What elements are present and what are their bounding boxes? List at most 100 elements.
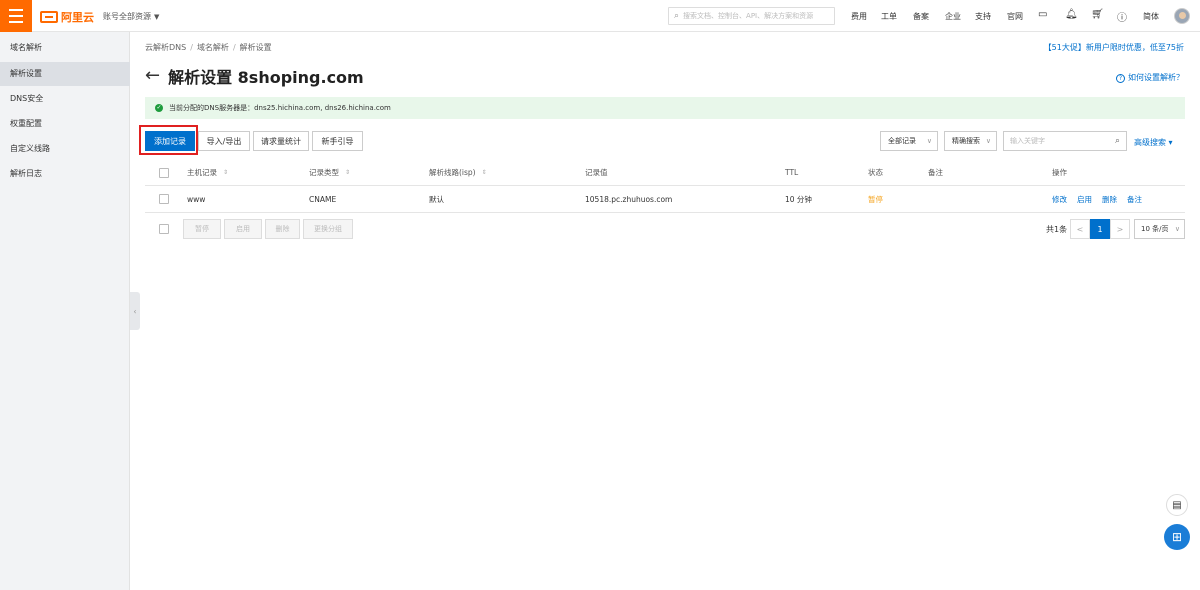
remark-link[interactable]: 备注: [1127, 194, 1142, 205]
column-line[interactable]: 解析线路(isp) ⇕: [429, 160, 487, 185]
nav-filing[interactable]: 备案: [913, 11, 929, 22]
chevron-down-icon: ∨: [926, 137, 932, 145]
nav-official-site[interactable]: 官网: [1007, 11, 1023, 22]
help-link[interactable]: ? 如何设置解析？: [1116, 72, 1184, 83]
back-arrow-icon[interactable]: ←: [145, 66, 160, 86]
enable-link[interactable]: 启用: [1077, 194, 1092, 205]
column-type[interactable]: 记录类型 ⇕: [309, 160, 350, 185]
sort-icon[interactable]: ⇕: [223, 169, 228, 176]
sidebar-item-label: 解析日志: [10, 169, 42, 178]
breadcrumb-domain-resolution[interactable]: 域名解析: [197, 43, 229, 52]
menu-button[interactable]: [0, 0, 32, 32]
column-status: 状态: [868, 168, 883, 177]
delete-link[interactable]: 删除: [1102, 194, 1117, 205]
beginner-guide-button[interactable]: 新手引导: [312, 131, 363, 151]
search-icon: ⌕: [674, 11, 680, 21]
sort-icon[interactable]: ⇕: [345, 169, 350, 176]
breadcrumb: 云解析DNS / 域名解析 / 解析设置: [145, 42, 272, 53]
column-actions: 操作: [1052, 168, 1067, 177]
bulk-select-checkbox[interactable]: [159, 217, 169, 241]
sort-icon[interactable]: ⇕: [482, 169, 487, 176]
promo-link[interactable]: 【51大促】新用户限时优惠，低至75折: [1044, 42, 1184, 53]
hamburger-icon: [9, 7, 23, 25]
keyword-search-input[interactable]: 输入关键字 ⌕: [1003, 131, 1127, 151]
sidebar-item-label: DNS安全: [10, 94, 44, 103]
sidebar-item-label: 解析设置: [10, 69, 42, 78]
nav-enterprise[interactable]: 企业: [945, 11, 961, 22]
sidebar-item-label: 自定义线路: [10, 144, 50, 153]
advanced-search-label: 高级搜索: [1134, 138, 1166, 147]
help-icon[interactable]: ⓘ: [1117, 9, 1127, 24]
global-search-input[interactable]: ⌕ 搜索文档、控制台、API、解决方案和资源: [668, 7, 835, 25]
avatar[interactable]: [1174, 8, 1190, 24]
cell-ttl: 10 分钟: [785, 194, 812, 204]
column-value: 记录值: [585, 168, 608, 177]
advanced-search-link[interactable]: 高级搜索 ▾: [1134, 137, 1173, 148]
sidebar: 域名解析 解析设置 DNS安全 权重配置 自定义线路 解析日志: [0, 32, 130, 590]
aliyun-logo-icon: [40, 11, 58, 23]
search-icon[interactable]: ⌕: [1115, 136, 1120, 146]
prev-page-button[interactable]: <: [1070, 219, 1090, 239]
bulk-change-group-button[interactable]: 更换分组: [303, 219, 353, 239]
column-label: 主机记录: [187, 168, 217, 177]
cell-line: 默认: [429, 194, 444, 204]
column-host[interactable]: 主机记录 ⇕: [187, 160, 228, 185]
top-bar: 阿里云 账号全部资源 ▼ ⌕ 搜索文档、控制台、API、解决方案和资源 费用 工单…: [0, 0, 1200, 32]
breadcrumb-separator: /: [232, 43, 236, 52]
page-size-select[interactable]: 10 条/页 ∨: [1134, 219, 1185, 239]
breadcrumb-current: 解析设置: [239, 43, 272, 52]
bulk-enable-button[interactable]: 启用: [224, 219, 262, 239]
column-remark: 备注: [928, 168, 943, 177]
chat-button[interactable]: ▤: [1166, 494, 1188, 516]
page-1-button[interactable]: 1: [1090, 219, 1110, 239]
brand-logo[interactable]: 阿里云: [40, 9, 94, 25]
page-header: ← 解析设置 8shoping.com: [145, 64, 364, 88]
record-filter-select[interactable]: 全部记录 ∨: [880, 131, 938, 151]
row-actions: 修改 启用 删除 备注: [1052, 186, 1152, 212]
bell-icon[interactable]: 🔔︎: [1065, 9, 1078, 20]
row-checkbox[interactable]: [159, 186, 169, 212]
page-title: 解析设置 8shoping.com: [168, 68, 364, 87]
sidebar-item-custom-lines[interactable]: 自定义线路: [0, 137, 130, 161]
sidebar-item-weight-config[interactable]: 权重配置: [0, 112, 130, 136]
sidebar-collapse-handle[interactable]: ‹: [130, 292, 140, 330]
select-all-checkbox[interactable]: [159, 160, 169, 185]
column-label: 记录类型: [309, 168, 339, 177]
import-export-button[interactable]: 导入/导出: [198, 131, 250, 151]
next-page-button[interactable]: >: [1110, 219, 1130, 239]
chevron-down-icon: ∨: [985, 137, 991, 145]
cell-host: www: [187, 194, 206, 204]
sidebar-item-dns-security[interactable]: DNS安全: [0, 87, 130, 111]
terminal-icon[interactable]: ▭: [1038, 9, 1047, 20]
nav-tickets[interactable]: 工单: [881, 11, 897, 22]
request-stats-button[interactable]: 请求量统计: [253, 131, 309, 151]
help-link-label: 如何设置解析？: [1128, 73, 1184, 82]
breadcrumb-cloud-dns[interactable]: 云解析DNS: [145, 43, 186, 52]
chat-icon: ▤: [1172, 499, 1182, 511]
add-record-button[interactable]: 添加记录: [145, 131, 195, 151]
nav-support[interactable]: 支持: [975, 11, 991, 22]
table-row: www CNAME 默认 10518.pc.zhuhuos.com 10 分钟 …: [145, 186, 1185, 213]
sidebar-item-resolution-settings[interactable]: 解析设置: [0, 62, 130, 86]
edit-link[interactable]: 修改: [1052, 194, 1067, 205]
question-icon: ?: [1116, 74, 1125, 83]
apps-button[interactable]: ⊞: [1164, 524, 1190, 550]
sidebar-item-resolution-log[interactable]: 解析日志: [0, 162, 130, 186]
account-scope-label: 账号全部资源: [103, 12, 151, 21]
search-mode-select[interactable]: 精确搜索 ∨: [944, 131, 997, 151]
bulk-delete-button[interactable]: 删除: [265, 219, 300, 239]
account-scope-dropdown[interactable]: 账号全部资源 ▼: [103, 11, 159, 22]
sidebar-item-label: 权重配置: [10, 119, 42, 128]
language-switch[interactable]: 简体: [1143, 11, 1159, 22]
caret-down-icon: ▾: [1168, 138, 1173, 147]
breadcrumb-separator: /: [190, 43, 193, 52]
sidebar-title[interactable]: 域名解析: [10, 42, 42, 53]
dns-server-notice: ✓ 当前分配的DNS服务器是：dns25.hichina.com, dns26.…: [145, 97, 1185, 119]
bulk-pause-button[interactable]: 暂停: [183, 219, 221, 239]
cart-icon[interactable]: 🛒︎: [1091, 9, 1104, 20]
cell-type: CNAME: [309, 194, 337, 204]
status-badge: 暂停: [868, 194, 883, 204]
column-ttl: TTL: [785, 168, 799, 177]
nav-fees[interactable]: 费用: [851, 11, 867, 22]
brand-name: 阿里云: [61, 11, 94, 24]
